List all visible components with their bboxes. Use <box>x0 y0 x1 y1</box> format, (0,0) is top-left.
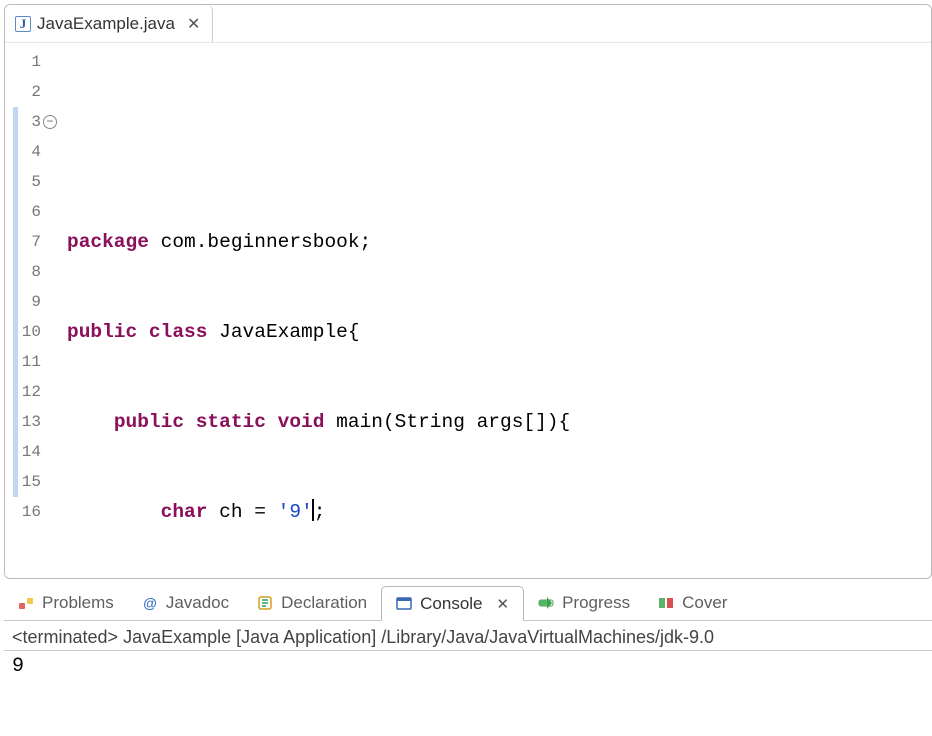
console-icon <box>396 596 412 612</box>
tab-declaration[interactable]: Declaration <box>243 585 381 620</box>
problems-icon <box>18 595 34 611</box>
console-status-line: <terminated> JavaExample [Java Applicati… <box>4 621 932 650</box>
tab-javadoc[interactable]: @ Javadoc <box>128 585 243 620</box>
tab-problems-label: Problems <box>42 593 114 613</box>
tab-javadoc-label: Javadoc <box>166 593 229 613</box>
views-tab-bar: Problems @ Javadoc Declaration Console ✕… <box>4 585 932 621</box>
java-file-icon: J <box>15 16 31 32</box>
tab-console[interactable]: Console ✕ <box>381 586 524 621</box>
bottom-panel: Problems @ Javadoc Declaration Console ✕… <box>4 585 932 682</box>
tab-problems[interactable]: Problems <box>4 585 128 620</box>
editor-tab[interactable]: J JavaExample.java ✕ <box>5 5 213 42</box>
tab-progress-label: Progress <box>562 593 630 613</box>
javadoc-icon: @ <box>142 595 158 611</box>
tab-console-label: Console <box>420 594 482 614</box>
code-editor[interactable]: 1 2 3 4 5 6 7 8 9 10 11 12 13 14 15 16 − <box>5 43 931 578</box>
tab-coverage[interactable]: Cover <box>644 585 741 620</box>
change-marker <box>13 107 18 497</box>
editor-pane: J JavaExample.java ✕ 1 2 3 4 5 6 7 8 9 1… <box>4 4 932 579</box>
tab-filename: JavaExample.java <box>37 14 175 34</box>
text-cursor <box>312 499 314 521</box>
code-text[interactable]: package com.beginnersbook; public class … <box>63 43 931 578</box>
tab-coverage-label: Cover <box>682 593 727 613</box>
declaration-icon <box>257 595 273 611</box>
tab-progress[interactable]: Progress <box>524 585 644 620</box>
selection-box <box>285 137 325 165</box>
coverage-icon <box>658 595 674 611</box>
fold-toggle-icon[interactable]: − <box>43 115 57 129</box>
editor-tab-bar: J JavaExample.java ✕ <box>5 5 931 43</box>
close-icon[interactable]: ✕ <box>181 14 200 34</box>
fold-gutter: − <box>41 43 63 578</box>
close-icon[interactable]: ✕ <box>491 595 510 613</box>
tab-declaration-label: Declaration <box>281 593 367 613</box>
console-output[interactable]: 9 <box>4 650 932 682</box>
progress-icon <box>538 595 554 611</box>
